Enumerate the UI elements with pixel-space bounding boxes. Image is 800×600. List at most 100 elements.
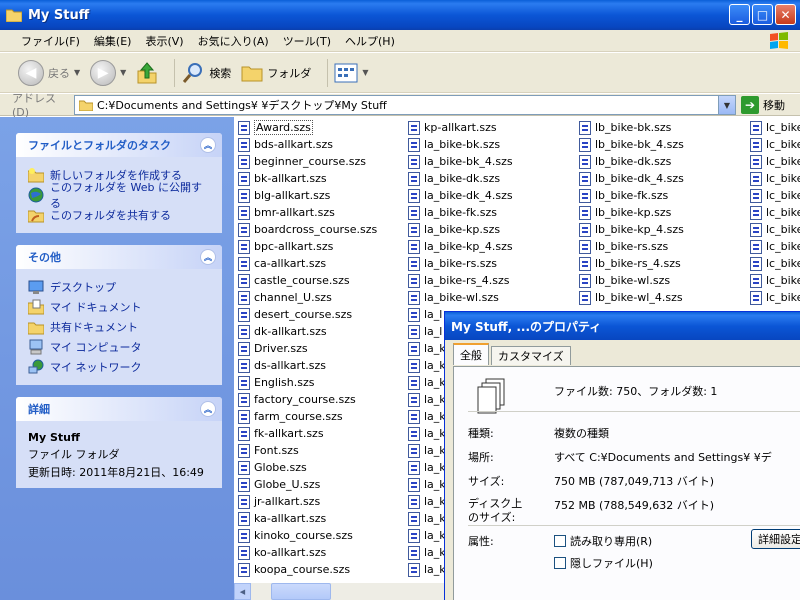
file-item[interactable]: fk-allkart.szs — [238, 425, 377, 442]
checkbox-box[interactable] — [554, 557, 566, 569]
menu-tools[interactable]: ツール(T) — [276, 33, 338, 49]
file-item[interactable]: la_bike-bk.szs — [408, 136, 513, 153]
search-button[interactable]: 検索 — [181, 61, 231, 85]
file-item[interactable]: koopa_course.szs — [238, 561, 377, 578]
file-item[interactable]: lc_bike — [750, 136, 800, 153]
place-my-computer[interactable]: マイ コンピュータ — [28, 337, 212, 357]
menu-file[interactable]: ファイル(F) — [14, 33, 87, 49]
file-item[interactable]: boardcross_course.szs — [238, 221, 377, 238]
file-item[interactable]: la_bike-rs_4.szs — [408, 272, 513, 289]
file-item[interactable]: Award.szs — [238, 119, 377, 136]
file-item[interactable]: lb_bike-wl.szs — [579, 272, 684, 289]
place-my-network[interactable]: マイ ネットワーク — [28, 357, 212, 377]
file-item[interactable]: lb_bike-kp_4.szs — [579, 221, 684, 238]
address-input[interactable]: C:¥Documents and Settings¥ ¥デスクトップ¥My St… — [74, 95, 736, 115]
go-button[interactable]: ➔ 移動 — [741, 96, 785, 114]
file-item[interactable]: bk-allkart.szs — [238, 170, 377, 187]
scroll-left-icon[interactable]: ◀ — [234, 583, 251, 600]
tab-customize[interactable]: カスタマイズ — [491, 346, 571, 365]
file-item[interactable]: desert_course.szs — [238, 306, 377, 323]
details-header[interactable]: 詳細 ︽ — [16, 397, 222, 421]
file-item[interactable]: ds-allkart.szs — [238, 357, 377, 374]
folders-button[interactable]: フォルダ — [241, 63, 311, 83]
file-item[interactable]: lb_bike-bk.szs — [579, 119, 684, 136]
file-item[interactable]: la_bike-dk.szs — [408, 170, 513, 187]
file-item[interactable]: la_bike-bk_4.szs — [408, 153, 513, 170]
file-item[interactable]: bpc-allkart.szs — [238, 238, 377, 255]
file-item[interactable]: la_bike-rs.szs — [408, 255, 513, 272]
menu-view[interactable]: 表示(V) — [138, 33, 190, 49]
minimize-button[interactable]: _ — [729, 4, 750, 25]
file-item[interactable]: beginner_course.szs — [238, 153, 377, 170]
file-item[interactable]: castle_course.szs — [238, 272, 377, 289]
horizontal-scrollbar[interactable]: ◀ — [234, 583, 444, 600]
file-item[interactable]: ca-allkart.szs — [238, 255, 377, 272]
file-item[interactable]: factory_course.szs — [238, 391, 377, 408]
task-publish-web[interactable]: このフォルダを Web に公開する — [28, 181, 212, 210]
file-item[interactable]: blg-allkart.szs — [238, 187, 377, 204]
file-item[interactable]: Globe.szs — [238, 459, 377, 476]
file-item[interactable]: lc_bike — [750, 289, 800, 306]
file-item[interactable]: lc_bike — [750, 272, 800, 289]
file-item[interactable]: kinoko_course.szs — [238, 527, 377, 544]
up-button[interactable] — [136, 61, 158, 85]
file-item[interactable]: jr-allkart.szs — [238, 493, 377, 510]
collapse-icon[interactable]: ︽ — [200, 401, 216, 417]
file-item[interactable]: English.szs — [238, 374, 377, 391]
place-my-documents[interactable]: マイ ドキュメント — [28, 297, 212, 317]
file-item[interactable]: Globe_U.szs — [238, 476, 377, 493]
advanced-button[interactable]: 詳細設定 — [751, 529, 800, 549]
file-item[interactable]: lc_bike — [750, 204, 800, 221]
file-item[interactable]: la_bike-wl.szs — [408, 289, 513, 306]
file-item[interactable]: ko-allkart.szs — [238, 544, 377, 561]
file-item[interactable]: lc_bike — [750, 187, 800, 204]
file-item[interactable]: la_bike-kp_4.szs — [408, 238, 513, 255]
other-header[interactable]: その他 ︽ — [16, 245, 222, 269]
file-item[interactable]: farm_course.szs — [238, 408, 377, 425]
file-item[interactable]: dk-allkart.szs — [238, 323, 377, 340]
file-item[interactable]: Driver.szs — [238, 340, 377, 357]
file-item[interactable]: lb_bike-rs.szs — [579, 238, 684, 255]
menu-favorites[interactable]: お気に入り(A) — [191, 33, 276, 49]
file-item[interactable]: bds-allkart.szs — [238, 136, 377, 153]
hidden-checkbox[interactable]: 隠しファイル(H) — [554, 555, 653, 571]
file-item[interactable]: lb_bike-dk_4.szs — [579, 170, 684, 187]
scroll-thumb[interactable] — [271, 583, 331, 600]
file-item[interactable]: kp-allkart.szs — [408, 119, 513, 136]
place-shared-documents[interactable]: 共有ドキュメント — [28, 317, 212, 337]
file-item[interactable]: lc_bike — [750, 153, 800, 170]
address-dropdown-button[interactable]: ▼ — [718, 96, 735, 114]
place-desktop[interactable]: デスクトップ — [28, 277, 212, 297]
forward-button[interactable]: ▶ ▼ — [90, 59, 126, 86]
dialog-title-bar[interactable]: My Stuff, ...のプロパティ — [445, 312, 800, 340]
file-item[interactable]: channel_U.szs — [238, 289, 377, 306]
collapse-icon[interactable]: ︽ — [200, 249, 216, 265]
collapse-icon[interactable]: ︽ — [200, 137, 216, 153]
views-button[interactable]: ▼ — [334, 62, 368, 84]
file-item[interactable]: lc_bike — [750, 119, 800, 136]
back-button[interactable]: ◀ 戻る ▼ — [18, 59, 80, 86]
menu-help[interactable]: ヘルプ(H) — [338, 33, 402, 49]
maximize-button[interactable]: □ — [752, 4, 773, 25]
tab-general[interactable]: 全般 — [453, 343, 489, 365]
file-item[interactable]: Font.szs — [238, 442, 377, 459]
file-item[interactable]: ka-allkart.szs — [238, 510, 377, 527]
file-item[interactable]: lc_bike — [750, 170, 800, 187]
file-item[interactable]: lc_bike — [750, 255, 800, 272]
close-button[interactable]: ✕ — [775, 4, 796, 25]
tasks-header[interactable]: ファイルとフォルダのタスク ︽ — [16, 133, 222, 157]
file-item[interactable]: lb_bike-kp.szs — [579, 204, 684, 221]
file-item[interactable]: la_bike-fk.szs — [408, 204, 513, 221]
menu-edit[interactable]: 編集(E) — [87, 33, 139, 49]
file-item[interactable]: la_bike-kp.szs — [408, 221, 513, 238]
file-item[interactable]: lb_bike-dk.szs — [579, 153, 684, 170]
file-item[interactable]: lc_bike — [750, 238, 800, 255]
file-item[interactable]: lb_bike-wl_4.szs — [579, 289, 684, 306]
file-item[interactable]: lb_bike-bk_4.szs — [579, 136, 684, 153]
checkbox-box[interactable] — [554, 535, 566, 547]
file-item[interactable]: lc_bike — [750, 221, 800, 238]
file-item[interactable]: la_bike-dk_4.szs — [408, 187, 513, 204]
file-item[interactable]: bmr-allkart.szs — [238, 204, 377, 221]
readonly-checkbox[interactable]: 読み取り専用(R) — [554, 533, 652, 549]
file-item[interactable]: lb_bike-rs_4.szs — [579, 255, 684, 272]
